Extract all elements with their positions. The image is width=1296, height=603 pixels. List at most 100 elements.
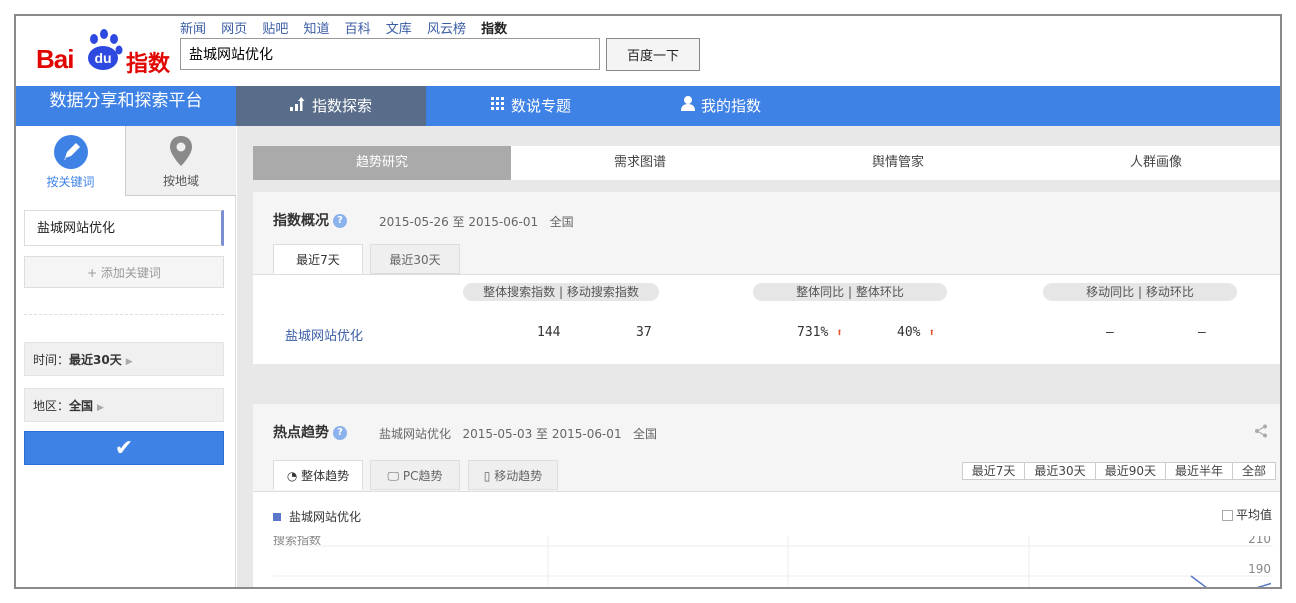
overview-scope: 全国 (549, 215, 574, 229)
hot-trend-date-range: 2015-05-03 至 2015-06-01 (462, 427, 622, 441)
range-half-year[interactable]: 最近半年 (1164, 462, 1233, 480)
series-line-盐城网站优化 (1190, 575, 1272, 587)
time-filter-value: 最近30天 (69, 353, 122, 367)
sidebar-tab-keyword-label: 按关键词 (46, 175, 95, 189)
mobile-mom-value: — (1198, 325, 1206, 340)
hot-trend-scope: 全国 (633, 427, 658, 441)
analysis-subtabs: 趋势研究 需求图谱 舆情管家 人群画像 (253, 146, 1280, 180)
hot-trend-keyword: 盐城网站优化 (379, 427, 452, 441)
sidebar-tab-keyword[interactable]: 按关键词 (16, 126, 126, 196)
nav-link-fengyunbang[interactable]: 风云榜 (427, 22, 466, 37)
main-content: 趋势研究 需求图谱 舆情管家 人群画像 指数概况? 2015-05-26 至 2… (237, 126, 1280, 587)
header-overall-change: 整体同比 | 整体环比 (753, 283, 947, 301)
share-icon[interactable] (1254, 424, 1268, 442)
nav-link-index[interactable]: 指数 (481, 22, 507, 37)
range-7days[interactable]: 最近7天 (961, 462, 1026, 480)
time-filter[interactable]: 时间：最近30天 ▶ (24, 342, 224, 376)
sidebar-divider (24, 314, 224, 315)
overall-yoy-value: 731% ⬆ (797, 325, 843, 340)
index-overview-panel: 指数概况? 2015-05-26 至 2015-06-01 全国 最近7天 最近… (253, 192, 1280, 364)
logo-bai-text: Bai (36, 44, 74, 74)
y-axis-label: 搜索指数 (273, 536, 321, 547)
pie-chart-icon: ◔ (286, 469, 298, 483)
overall-index-value: 144 (537, 325, 561, 340)
add-keyword-button[interactable]: + 添加关键词 (24, 256, 224, 288)
sidebar-tab-region-label: 按地域 (162, 174, 199, 188)
grid-icon (490, 88, 505, 128)
tab-index-explore[interactable]: 指数探索 (236, 86, 426, 126)
trend-tab-overall[interactable]: ◔ 整体趋势 (273, 460, 363, 490)
range-90days[interactable]: 最近90天 (1094, 462, 1166, 480)
overview-date-range: 2015-05-26 至 2015-06-01 (379, 215, 539, 229)
tab-index-explore-label: 指数探索 (311, 97, 372, 115)
nav-link-tieba[interactable]: 贴吧 (262, 22, 288, 37)
logo-du-text: du (94, 50, 111, 66)
nav-link-baike[interactable]: 百科 (345, 22, 371, 37)
sidebar-tabs: 按关键词 按地域 (16, 126, 236, 196)
paw-icon: du (88, 29, 123, 70)
nav-link-wenku[interactable]: 文库 (386, 22, 412, 37)
bar-chart-icon (289, 88, 306, 128)
overview-tab-7days[interactable]: 最近7天 (273, 244, 363, 274)
sidebar-tab-region[interactable]: 按地域 (126, 126, 236, 196)
nav-link-news[interactable]: 新闻 (180, 22, 206, 37)
nav-link-zhidao[interactable]: 知道 (303, 22, 329, 37)
header-search-index: 整体搜索指数 | 移动搜索指数 (463, 283, 659, 301)
edit-pencil-icon (53, 135, 88, 169)
average-label: 平均值 (1235, 508, 1272, 522)
subtab-demand-map[interactable]: 需求图谱 (511, 146, 769, 180)
help-icon[interactable]: ? (333, 214, 347, 228)
average-checkbox[interactable] (1221, 510, 1233, 521)
tab-data-topics[interactable]: 数说专题 (466, 86, 596, 126)
search-input[interactable] (180, 38, 600, 70)
search-button[interactable]: 百度一下 (606, 38, 700, 71)
trend-line-chart: 210 190 搜索指数 (273, 536, 1273, 587)
mobile-icon: ▯ (483, 469, 491, 483)
caret-right-icon: ▶ (125, 357, 133, 367)
y-tick-label-1: 190 (1248, 562, 1271, 576)
main-nav: 数据分享和探索平台 指数探索 数说专题 我的指数 (16, 86, 1280, 126)
time-range-buttons: 最近7天 最近30天 最近90天 最近半年 全部 (961, 462, 1276, 480)
region-filter-label: 地区： (33, 399, 70, 413)
range-all[interactable]: 全部 (1231, 462, 1276, 480)
range-30days[interactable]: 最近30天 (1024, 462, 1096, 480)
mobile-index-value: 37 (636, 325, 652, 340)
legend-label: 盐城网站优化 (289, 510, 362, 524)
hot-trend-panel: 热点趋势? 盐城网站优化 2015-05-03 至 2015-06-01 全国 … (253, 404, 1280, 587)
trend-chart-area: 盐城网站优化 平均值 210 190 搜索指数 (253, 491, 1280, 587)
confirm-button[interactable]: ✔ (24, 431, 224, 465)
subtab-trend-research[interactable]: 趋势研究 (253, 146, 511, 180)
subtab-audience[interactable]: 人群画像 (1027, 146, 1280, 180)
trend-tab-mobile[interactable]: ▯ 移动趋势 (468, 460, 558, 490)
caret-right-icon: ▶ (97, 403, 104, 413)
tab-my-index-label: 我的指数 (700, 97, 761, 115)
average-toggle[interactable]: 平均值 (1221, 506, 1272, 523)
overview-keyword-link[interactable]: 盐城网站优化 (285, 325, 363, 344)
hot-trend-title: 热点趋势? (273, 422, 347, 442)
up-arrow-icon: ⬆ (836, 326, 843, 339)
subtab-sentiment[interactable]: 舆情管家 (769, 146, 1027, 180)
monitor-icon: 🖵 (387, 469, 400, 483)
platform-title: 数据分享和探索平台 (16, 86, 236, 126)
overview-meta: 2015-05-26 至 2015-06-01 全国 (379, 213, 574, 230)
top-nav-links: 新闻 网页 贴吧 知道 百科 文库 风云榜 指数 (180, 18, 518, 37)
trend-tab-pc[interactable]: 🖵 PC趋势 (370, 460, 460, 490)
user-icon (680, 88, 695, 128)
overview-table: 整体搜索指数 | 移动搜索指数 整体同比 | 整体环比 移动同比 | 移动环比 … (253, 274, 1280, 364)
overview-tab-30days[interactable]: 最近30天 (370, 244, 460, 274)
overall-mom-value: 40% ⬆ (897, 325, 935, 340)
logo-zhishu-text: 指数 (126, 52, 171, 77)
up-arrow-icon: ⬆ (928, 326, 935, 339)
baidu-index-logo[interactable]: Bai du 指数 (36, 28, 176, 77)
tab-my-index[interactable]: 我的指数 (656, 86, 786, 126)
time-filter-label: 时间： (33, 353, 70, 367)
browser-frame: Bai du 指数 新闻 网页 贴吧 知道 百科 文库 风云榜 指数 百度一下 (14, 14, 1282, 589)
legend-swatch (273, 513, 281, 521)
region-filter[interactable]: 地区：全国 ▶ (24, 388, 224, 422)
region-filter-value: 全国 (69, 399, 94, 413)
y-tick-label-0: 210 (1248, 536, 1271, 546)
keyword-entry[interactable]: 盐城网站优化 (24, 210, 224, 246)
help-icon[interactable]: ? (333, 426, 347, 440)
nav-link-web[interactable]: 网页 (221, 22, 247, 37)
location-pin-icon (164, 134, 198, 168)
